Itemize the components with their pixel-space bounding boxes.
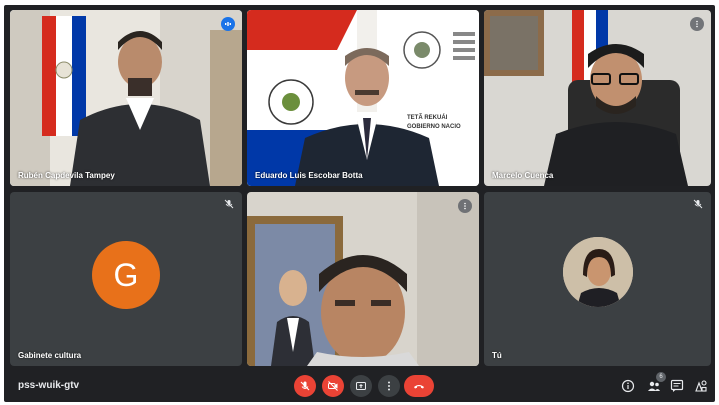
mic-off-icon: [693, 199, 703, 209]
participant-tile-3[interactable]: Marcelo Cuenca: [484, 10, 711, 186]
more-options-icon[interactable]: [690, 17, 704, 31]
video-feed: [247, 192, 479, 366]
participant-name: Tú: [492, 351, 502, 360]
banner-line-1: TETÃ REKUÁI: [407, 115, 448, 121]
speaking-indicator-icon: [221, 17, 235, 31]
more-options-button[interactable]: [378, 375, 400, 397]
meeting-details-icon[interactable]: [621, 379, 635, 393]
avatar: G: [92, 241, 160, 309]
participant-name: Marcelo Cuenca: [492, 171, 554, 180]
present-icon: [356, 382, 366, 390]
meeting-code: pss-wuik-gtv: [18, 380, 80, 391]
call-controls-bar: pss-wuik-gtv 6: [4, 370, 715, 402]
mic-off-icon: [224, 199, 234, 209]
participant-tile-self[interactable]: Tú: [484, 192, 711, 366]
participant-tile-2[interactable]: TETÃ REKUÁI GOBIERNO NACIO Eduardo Luis …: [247, 10, 479, 186]
participant-tile-4[interactable]: G Gabinete cultura: [10, 192, 242, 366]
video-feed: [10, 10, 242, 186]
banner-line-2: GOBIERNO NACIO: [407, 124, 461, 130]
more-vert-icon: [388, 381, 390, 391]
avatar: [562, 237, 633, 307]
mic-off-icon: [300, 381, 310, 391]
camera-toggle-button[interactable]: [322, 375, 344, 397]
mic-toggle-button[interactable]: [294, 375, 316, 397]
video-feed: [247, 10, 479, 186]
participant-name: Rubén Capdevila Tampey: [18, 171, 115, 180]
video-feed: [484, 10, 711, 186]
activities-icon[interactable]: [694, 379, 708, 393]
participant-count-badge: 6: [656, 372, 666, 382]
participant-name: Eduardo Luis Escobar Botta: [255, 171, 363, 180]
leave-call-button[interactable]: [404, 375, 434, 397]
hang-up-icon: [414, 385, 424, 389]
participant-tile-1[interactable]: Rubén Capdevila Tampey: [10, 10, 242, 186]
more-options-icon[interactable]: [458, 199, 472, 213]
chat-icon[interactable]: [670, 379, 684, 393]
participant-name: Gabinete cultura: [18, 351, 82, 360]
camera-off-icon: [328, 381, 338, 391]
present-screen-button[interactable]: [350, 375, 372, 397]
participant-tile-5[interactable]: [247, 192, 479, 366]
